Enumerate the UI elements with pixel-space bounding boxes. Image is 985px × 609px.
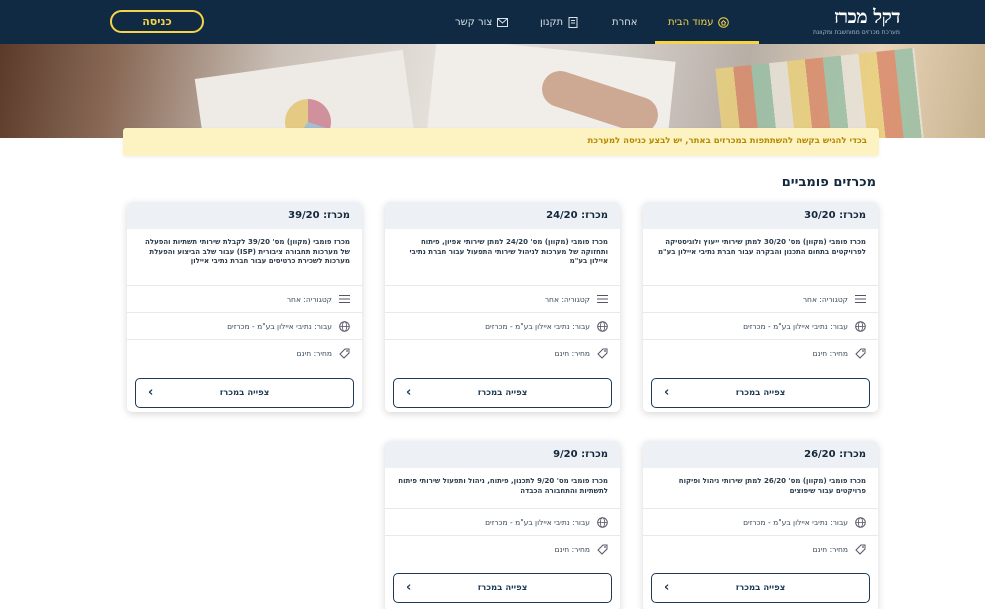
view-tender-button-label: צפייה במכרז bbox=[477, 583, 528, 593]
globe-icon bbox=[854, 320, 866, 332]
tender-card-for: עבור: נתיבי איילון בע"מ - מכרזים bbox=[127, 312, 362, 339]
view-tender-button[interactable]: צפייה במכרז ‹ bbox=[393, 378, 612, 408]
tender-card-category-text: קטגוריה: אחר bbox=[544, 294, 590, 304]
tender-card-title: מכרז: 26/20 bbox=[643, 441, 878, 468]
tender-card-price-text: מחיר: חינם bbox=[554, 544, 590, 554]
tender-card: מכרז: 9/20 מכרז פומבי מס' 9/20 לתכנון, פ… bbox=[385, 441, 620, 609]
tender-card-price-text: מחיר: חינם bbox=[812, 348, 848, 358]
view-tender-button[interactable]: צפייה במכרז ‹ bbox=[651, 573, 870, 603]
globe-icon bbox=[596, 320, 608, 332]
tender-card-price: מחיר: חינם bbox=[643, 339, 878, 366]
logo[interactable]: דקל מכרז מערכת מכרזים ממוחשבת ומקוונת bbox=[780, 6, 901, 38]
tender-card-title: מכרז: 39/20 bbox=[127, 202, 362, 229]
notice-banner-text: בכדי להגיש בקשה להשתתפות במכרזים באתר, י… bbox=[587, 136, 867, 146]
nav-other-label: אחרת bbox=[612, 16, 638, 28]
tender-card: מכרז: 24/20 מכרז פומבי (מקוון) מס' 24/20… bbox=[385, 202, 620, 412]
tender-card-for-text: עבור: נתיבי איילון בע"מ - מכרזים bbox=[743, 321, 848, 331]
tender-card-price-text: מחיר: חינם bbox=[296, 348, 332, 358]
tender-card-category: קטגוריה: אחר bbox=[643, 285, 878, 312]
tender-card-for: עבור: נתיבי איילון בע"מ - מכרזים bbox=[385, 312, 620, 339]
home-icon bbox=[718, 16, 730, 28]
globe-icon bbox=[338, 320, 350, 332]
tender-card-for: עבור: נתיבי איילון בע"מ - מכרזים bbox=[385, 508, 620, 535]
tender-card: מכרז: 39/20 מכרז פומבי (מקוון) מס' 39/20… bbox=[127, 202, 362, 412]
nav-contact[interactable]: צור קשר bbox=[455, 0, 508, 44]
tag-icon bbox=[854, 347, 866, 359]
mail-icon bbox=[496, 16, 508, 28]
view-tender-button[interactable]: צפייה במכרז ‹ bbox=[393, 573, 612, 603]
tender-card-price-text: מחיר: חינם bbox=[812, 544, 848, 554]
tender-card: מכרז: 30/20 מכרז פומבי (מקוון) מס' 30/20… bbox=[643, 202, 878, 412]
tender-card-price: מחיר: חינם bbox=[643, 535, 878, 562]
tag-icon bbox=[338, 347, 350, 359]
nav-home-label: עמוד הבית bbox=[668, 16, 714, 28]
tender-card: מכרז: 26/20 מכרז פומבי (מקוון) מס' 26/20… bbox=[643, 441, 878, 609]
tender-card-for-text: עבור: נתיבי איילון בע"מ - מכרזים bbox=[227, 321, 332, 331]
tender-card-title: מכרז: 24/20 bbox=[385, 202, 620, 229]
tender-card-for: עבור: נתיבי איילון בע"מ - מכרזים bbox=[643, 508, 878, 535]
tender-card-description: מכרז פומבי (מקוון) מס' 26/20 למתן שירותי… bbox=[678, 477, 866, 495]
view-tender-button-label: צפייה במכרז bbox=[735, 583, 786, 593]
hero-image bbox=[0, 44, 985, 138]
tender-card-for-text: עבור: נתיבי איילון בע"מ - מכרזים bbox=[743, 517, 848, 527]
tender-card-category-text: קטגוריה: אחר bbox=[286, 294, 332, 304]
view-tender-button[interactable]: צפייה במכרז ‹ bbox=[135, 378, 354, 408]
notice-banner: בכדי להגיש בקשה להשתתפות במכרזים באתר, י… bbox=[123, 128, 879, 156]
tender-card-title: מכרז: 30/20 bbox=[643, 202, 878, 229]
tender-card-title: מכרז: 9/20 bbox=[385, 441, 620, 468]
nav-contact-label: צור קשר bbox=[455, 16, 493, 28]
tender-card-description: מכרז פומבי (מקוון) מס' 24/20 למתן שירותי… bbox=[409, 238, 609, 265]
tender-card-price: מחיר: חינם bbox=[385, 535, 620, 562]
tender-card-description: מכרז פומבי (מקוון) מס' 39/20 לקבלת שירות… bbox=[145, 238, 350, 265]
tender-card-for-text: עבור: נתיבי איילון בע"מ - מכרזים bbox=[485, 321, 590, 331]
tender-card-description: מכרז פומבי (מקוון) מס' 30/20 למתן שירותי… bbox=[657, 238, 866, 256]
tender-card-for: עבור: נתיבי איילון בע"מ - מכרזים bbox=[643, 312, 878, 339]
globe-icon bbox=[854, 516, 866, 528]
chevron-left-icon: ‹ bbox=[406, 385, 412, 400]
view-tender-button-label: צפייה במכרז bbox=[477, 388, 528, 398]
login-button[interactable]: כניסה bbox=[110, 10, 204, 33]
tag-icon bbox=[596, 543, 608, 555]
tender-card-for-text: עבור: נתיבי איילון בע"מ - מכרזים bbox=[485, 517, 590, 527]
tender-card-category-text: קטגוריה: אחר bbox=[802, 294, 848, 304]
nav-home[interactable]: עמוד הבית bbox=[668, 0, 730, 44]
nav-regulations-label: תקנון bbox=[540, 16, 564, 28]
tender-card-category: קטגוריה: אחר bbox=[127, 285, 362, 312]
tender-card-category: קטגוריה: אחר bbox=[385, 285, 620, 312]
view-tender-button-label: צפייה במכרז bbox=[219, 388, 270, 398]
document-icon bbox=[567, 16, 579, 28]
view-tender-button-label: צפייה במכרז bbox=[735, 388, 786, 398]
tender-card-price: מחיר: חינם bbox=[385, 339, 620, 366]
chevron-left-icon: ‹ bbox=[664, 580, 670, 595]
list-icon bbox=[854, 293, 866, 305]
tender-card-description: מכרז פומבי מס' 9/20 לתכנון, פיתוח, ניהול… bbox=[398, 477, 608, 495]
top-navbar: כניסה צור קשר תקנון אחרת עמוד הבית דקל מ… bbox=[0, 0, 985, 44]
view-tender-button[interactable]: צפייה במכרז ‹ bbox=[651, 378, 870, 408]
logo-main-text: דקל מכרז bbox=[834, 6, 901, 28]
nav-other[interactable]: אחרת bbox=[612, 0, 637, 44]
chevron-left-icon: ‹ bbox=[148, 385, 154, 400]
logo-sub-text: מערכת מכרזים ממוחשבת ומקוונת bbox=[812, 29, 900, 36]
list-icon bbox=[596, 293, 608, 305]
list-icon bbox=[338, 293, 350, 305]
tag-icon bbox=[596, 347, 608, 359]
chevron-left-icon: ‹ bbox=[406, 580, 412, 595]
chevron-left-icon: ‹ bbox=[664, 385, 670, 400]
section-title: מכרזים פומביים bbox=[781, 175, 876, 190]
tender-card-price-text: מחיר: חינם bbox=[554, 348, 590, 358]
nav-regulations[interactable]: תקנון bbox=[540, 0, 579, 44]
tag-icon bbox=[854, 543, 866, 555]
hero-decor bbox=[715, 47, 925, 138]
tender-card-price: מחיר: חינם bbox=[127, 339, 362, 366]
globe-icon bbox=[596, 516, 608, 528]
